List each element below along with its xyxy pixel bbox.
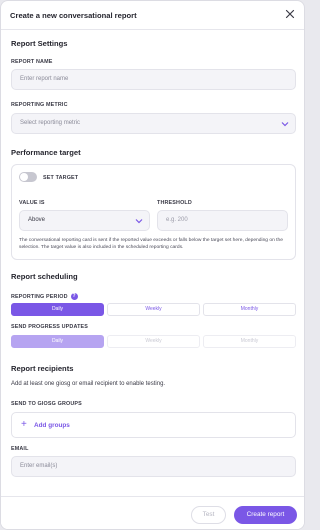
create-report-dialog: Create a new conversational report Repor… <box>0 0 305 530</box>
report-name-label: REPORT NAME <box>11 59 53 65</box>
updates-option-daily: Daily <box>11 335 104 348</box>
reporting-metric-select[interactable]: Select reporting metric <box>11 113 296 134</box>
reporting-period-text: REPORTING PERIOD <box>11 293 68 300</box>
updates-option-monthly: Monthly <box>203 335 296 348</box>
progress-updates-selector: Daily Weekly Monthly <box>11 335 296 348</box>
target-help-text: The conversational reporting card is sen… <box>19 238 283 251</box>
email-label: EMAIL <box>11 446 29 452</box>
value-is-label: VALUE IS <box>19 200 45 206</box>
set-target-label: SET TARGET <box>43 175 79 181</box>
chevron-down-icon <box>135 219 143 224</box>
dialog-header: Create a new conversational report <box>1 1 304 30</box>
period-option-monthly[interactable]: Monthly <box>203 303 296 316</box>
section-title-settings: Report Settings <box>11 39 68 48</box>
performance-target-box: SET TARGET VALUE IS THRESHOLD Above e.g.… <box>11 164 296 260</box>
section-title-target: Performance target <box>11 148 81 157</box>
create-report-button[interactable]: Create report <box>234 506 297 524</box>
reporting-period-label: REPORTING PERIOD? <box>11 293 78 300</box>
plus-icon: + <box>21 419 27 430</box>
report-name-input[interactable]: Enter report name <box>11 69 296 90</box>
period-option-weekly[interactable]: Weekly <box>107 303 200 316</box>
help-icon[interactable]: ? <box>70 293 78 300</box>
progress-updates-label: SEND PROGRESS UPDATES <box>11 324 89 330</box>
reporting-metric-placeholder: Select reporting metric <box>20 120 81 126</box>
threshold-input[interactable]: e.g. 200 <box>157 210 288 231</box>
close-icon[interactable] <box>285 9 295 19</box>
period-option-daily[interactable]: Daily <box>11 303 104 316</box>
value-is-selected: Above <box>28 217 46 223</box>
reporting-metric-label: REPORTING METRIC <box>11 102 68 108</box>
dialog-body: Report Settings REPORT NAME Enter report… <box>1 30 304 496</box>
updates-option-weekly: Weekly <box>107 335 200 348</box>
value-is-select[interactable]: Above <box>19 210 150 231</box>
threshold-label: THRESHOLD <box>157 200 192 206</box>
giosg-groups-label: SEND TO GIOSG GROUPS <box>11 401 82 407</box>
test-button[interactable]: Test <box>191 506 226 524</box>
set-target-toggle[interactable] <box>19 172 37 182</box>
chevron-down-icon <box>281 122 289 127</box>
add-groups-label: Add groups <box>34 422 70 429</box>
section-title-scheduling: Report scheduling <box>11 272 78 281</box>
reporting-period-selector: Daily Weekly Monthly <box>11 303 296 316</box>
dialog-footer: Test Create report <box>1 496 304 529</box>
section-title-recipients: Report recipients <box>11 364 74 373</box>
add-groups-button[interactable]: + Add groups <box>11 412 296 438</box>
toggle-knob <box>20 173 28 181</box>
dialog-title: Create a new conversational report <box>10 11 137 20</box>
email-input[interactable]: Enter email(s) <box>11 456 296 477</box>
recipients-hint: Add at least one giosg or email recipien… <box>11 381 166 387</box>
